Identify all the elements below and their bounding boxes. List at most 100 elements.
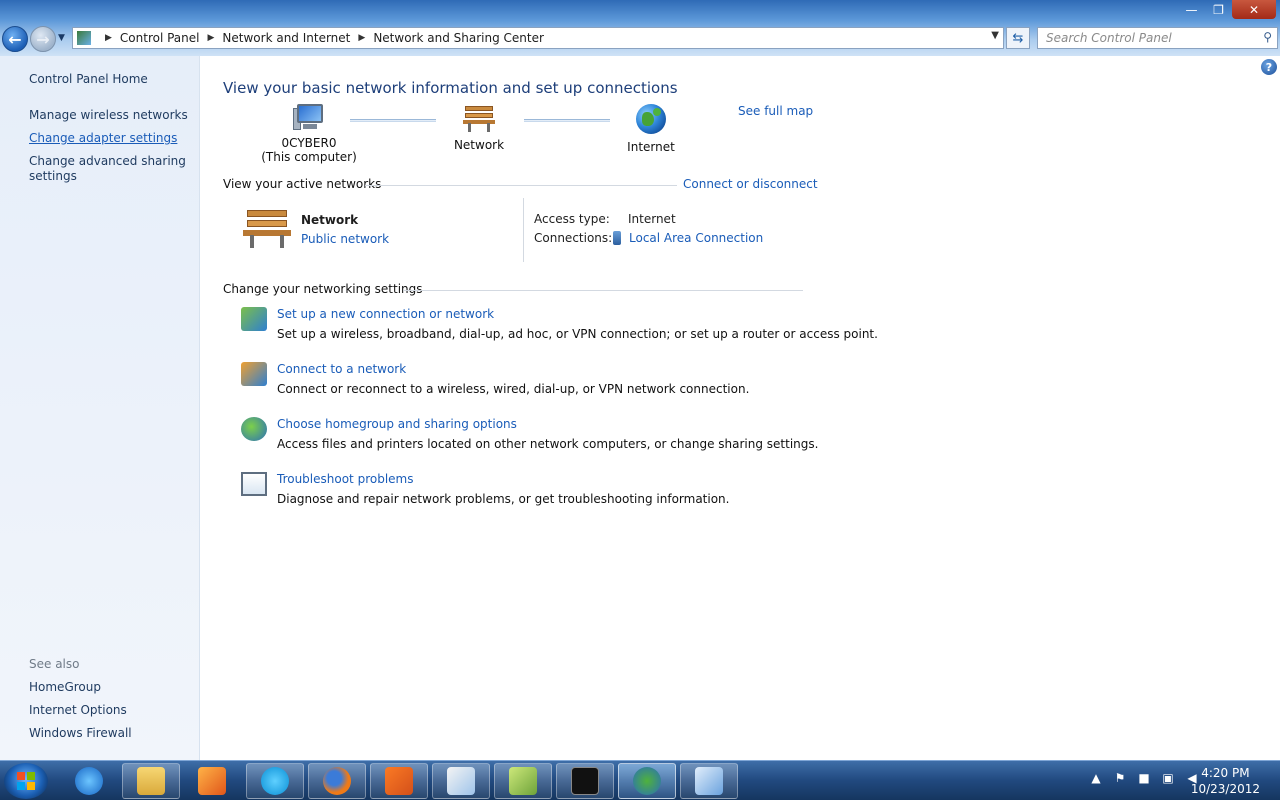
map-network-label: Network bbox=[453, 138, 505, 152]
control-panel-icon bbox=[695, 767, 723, 795]
breadcrumb-arrow-icon[interactable]: ▶ bbox=[208, 33, 215, 43]
homegroup-link[interactable]: HomeGroup bbox=[29, 680, 101, 695]
internet-options-link[interactable]: Internet Options bbox=[29, 703, 127, 718]
internet-explorer-icon bbox=[75, 767, 103, 795]
map-connector-line bbox=[350, 119, 436, 122]
taskbar-firefox[interactable] bbox=[308, 763, 366, 799]
xampp-icon bbox=[385, 767, 413, 795]
left-navigation-pane: Control Panel Home Manage wireless netwo… bbox=[0, 56, 200, 760]
connect-or-disconnect-link[interactable]: Connect or disconnect bbox=[683, 177, 818, 191]
search-icon[interactable]: ⚲ bbox=[1263, 30, 1272, 44]
homegroup-sharing-link[interactable]: Choose homegroup and sharing options bbox=[277, 417, 517, 431]
command-prompt-icon bbox=[571, 767, 599, 795]
change-settings-heading: Change your networking settings bbox=[223, 282, 423, 296]
taskbar: ▲ ⚑ ■ ▣ ◀ 4:20 PM 10/23/2012 bbox=[0, 760, 1280, 800]
system-tray: ▲ ⚑ ■ ▣ ◀ bbox=[1088, 771, 1200, 785]
taskbar-xampp[interactable] bbox=[370, 763, 428, 799]
setup-connection-link[interactable]: Set up a new connection or network bbox=[277, 307, 494, 321]
manage-wireless-networks-link[interactable]: Manage wireless networks bbox=[29, 108, 188, 123]
connect-network-link[interactable]: Connect to a network bbox=[277, 362, 406, 376]
taskbar-command-prompt[interactable] bbox=[556, 763, 614, 799]
public-network-bench-icon bbox=[243, 208, 291, 248]
troubleshoot-description: Diagnose and repair network problems, or… bbox=[277, 492, 730, 506]
access-type-label: Access type: bbox=[534, 212, 610, 226]
firefox-icon bbox=[323, 767, 351, 795]
paint-palette-icon bbox=[447, 767, 475, 795]
network-location-type-link[interactable]: Public network bbox=[301, 232, 389, 246]
clock-time: 4:20 PM bbox=[1201, 766, 1250, 780]
skype-icon bbox=[261, 767, 289, 795]
breadcrumb-network-sharing-center[interactable]: Network and Sharing Center bbox=[373, 31, 544, 45]
map-internet-label: Internet bbox=[627, 140, 675, 154]
notepad-icon bbox=[509, 767, 537, 795]
task-setup-connection: Set up a new connection or network Set u… bbox=[241, 307, 878, 347]
control-panel-home-link[interactable]: Control Panel Home bbox=[29, 72, 148, 87]
taskbar-windows-explorer[interactable] bbox=[122, 763, 180, 799]
change-adapter-settings-link[interactable]: Change adapter settings bbox=[29, 131, 177, 146]
refresh-icon: ⇆ bbox=[1012, 30, 1024, 46]
action-center-flag-icon[interactable]: ⚑ bbox=[1112, 771, 1128, 785]
change-advanced-sharing-link[interactable]: Change advanced sharing settings bbox=[29, 154, 189, 184]
taskbar-notepad-plus[interactable] bbox=[494, 763, 552, 799]
local-area-connection-link[interactable]: Local Area Connection bbox=[613, 231, 763, 245]
main-content: ? View your basic network information an… bbox=[201, 56, 1280, 760]
window-controls: — ❐ ✕ bbox=[1178, 0, 1276, 19]
connections-label: Connections: bbox=[534, 231, 613, 245]
taskbar-skype[interactable] bbox=[246, 763, 304, 799]
windows-firewall-link[interactable]: Windows Firewall bbox=[29, 726, 132, 741]
troubleshoot-link[interactable]: Troubleshoot problems bbox=[277, 472, 413, 486]
network-status-icon[interactable]: ▣ bbox=[1160, 771, 1176, 785]
setup-connection-icon bbox=[241, 307, 267, 331]
vertical-divider bbox=[523, 198, 524, 262]
forward-button[interactable]: → bbox=[30, 26, 56, 52]
computer-icon bbox=[293, 104, 325, 130]
breadcrumb-network-and-internet[interactable]: Network and Internet bbox=[222, 31, 350, 45]
map-node-computer[interactable]: 0CYBER0 (This computer) bbox=[261, 104, 357, 164]
map-connector-line bbox=[524, 119, 610, 122]
restore-button[interactable]: ❐ bbox=[1205, 0, 1232, 19]
windows-logo-icon bbox=[17, 772, 35, 790]
page-title: View your basic network information and … bbox=[223, 79, 678, 97]
see-full-map-link[interactable]: See full map bbox=[738, 104, 813, 118]
network-globe-icon bbox=[633, 767, 661, 795]
task-connect-network: Connect to a network Connect or reconnec… bbox=[241, 362, 821, 402]
map-node-network[interactable]: Network bbox=[439, 104, 519, 152]
forward-arrow-icon: → bbox=[36, 29, 50, 49]
active-networks-heading: View your active networks bbox=[223, 177, 382, 191]
back-arrow-icon: ← bbox=[8, 29, 22, 49]
close-button[interactable]: ✕ bbox=[1232, 0, 1276, 19]
active-network-name: Network bbox=[301, 213, 359, 227]
network-bench-icon bbox=[463, 104, 495, 132]
taskbar-internet-explorer[interactable] bbox=[60, 763, 118, 799]
back-button[interactable]: ← bbox=[2, 26, 28, 52]
help-icon[interactable]: ? bbox=[1261, 59, 1277, 75]
map-node-internet[interactable]: Internet bbox=[611, 104, 691, 154]
breadcrumb-control-panel[interactable]: Control Panel bbox=[120, 31, 200, 45]
local-area-connection-label: Local Area Connection bbox=[629, 231, 764, 245]
internet-globe-icon bbox=[636, 104, 666, 134]
computer-subtitle: (This computer) bbox=[261, 150, 357, 164]
taskbar-control-panel[interactable] bbox=[680, 763, 738, 799]
address-bar[interactable]: ▶ Control Panel ▶ Network and Internet ▶… bbox=[72, 27, 1004, 49]
taskbar-network-sharing-center[interactable] bbox=[618, 763, 676, 799]
refresh-button[interactable]: ⇆ bbox=[1006, 27, 1030, 49]
minimize-button[interactable]: — bbox=[1178, 0, 1205, 19]
task-homegroup: Choose homegroup and sharing options Acc… bbox=[241, 417, 821, 457]
clock-date: 10/23/2012 bbox=[1190, 782, 1260, 796]
taskbar-media-player[interactable] bbox=[183, 763, 241, 799]
alert-icon[interactable]: ■ bbox=[1136, 771, 1152, 785]
connect-network-icon bbox=[241, 362, 267, 386]
start-button[interactable] bbox=[4, 763, 48, 799]
task-troubleshoot: Troubleshoot problems Diagnose and repai… bbox=[241, 472, 821, 512]
show-hidden-icons-icon[interactable]: ▲ bbox=[1088, 771, 1104, 785]
taskbar-paint[interactable] bbox=[432, 763, 490, 799]
recent-pages-dropdown[interactable]: ▼ bbox=[58, 33, 65, 43]
access-type-value: Internet bbox=[628, 212, 676, 226]
section-divider bbox=[365, 185, 677, 186]
search-input[interactable]: Search Control Panel ⚲ bbox=[1037, 27, 1278, 49]
homegroup-icon bbox=[241, 417, 267, 441]
system-clock[interactable]: 4:20 PM 10/23/2012 bbox=[1191, 765, 1260, 797]
breadcrumb-arrow-icon[interactable]: ▶ bbox=[358, 33, 365, 43]
breadcrumb-arrow-icon[interactable]: ▶ bbox=[105, 33, 112, 43]
address-dropdown-icon[interactable]: ▼ bbox=[991, 30, 999, 41]
